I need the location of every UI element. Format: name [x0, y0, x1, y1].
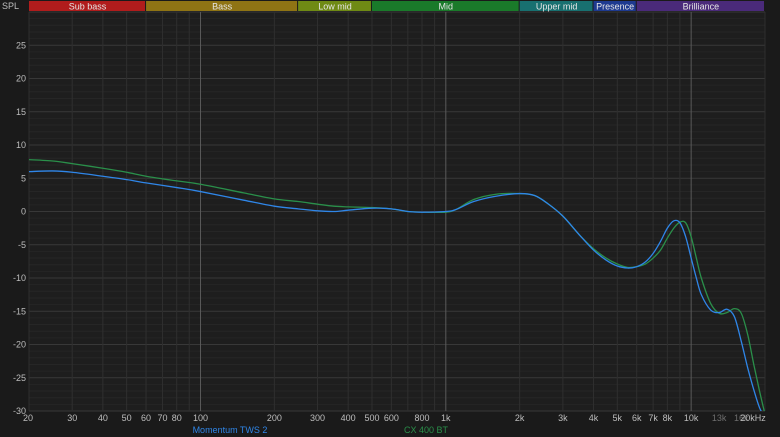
x-tick-label: 30	[67, 413, 77, 423]
x-tick-label: 5k	[613, 413, 623, 423]
x-tick-label: 300	[310, 413, 325, 423]
x-tick-label: 50	[122, 413, 132, 423]
x-tick-label: 6k	[632, 413, 642, 423]
x-tick-label: 500	[364, 413, 379, 423]
band-label: Low mid	[318, 2, 352, 12]
band-label: Presence	[596, 2, 634, 12]
x-tick-label: 7k	[648, 413, 658, 423]
x-tick-label: 80	[172, 413, 182, 423]
x-tick-label: 1k	[441, 413, 451, 423]
x-tick-label: 13k	[712, 413, 727, 423]
y-axis-label: SPL	[2, 1, 19, 11]
x-tick-label: 8k	[663, 413, 673, 423]
y-tick-label: 0	[21, 207, 26, 217]
band-label: Brilliance	[683, 2, 720, 12]
y-tick-label: 20	[16, 74, 26, 84]
y-tick-label: -25	[13, 373, 26, 383]
band-label: Sub bass	[69, 2, 107, 12]
y-tick-label: -10	[13, 273, 26, 283]
y-tick-label: -20	[13, 340, 26, 350]
x-tick-label: 40	[98, 413, 108, 423]
x-tick-label: 600	[384, 413, 399, 423]
x-tick-label: 400	[341, 413, 356, 423]
band-label: Upper mid	[536, 2, 578, 12]
x-tick-label: 100	[193, 413, 208, 423]
x-tick-label: 3k	[558, 413, 568, 423]
y-tick-label: 25	[16, 40, 26, 50]
band-label: Mid	[439, 2, 454, 12]
y-tick-label: -15	[13, 306, 26, 316]
x-tick-label: 200	[267, 413, 282, 423]
x-tick-label: 800	[415, 413, 430, 423]
y-tick-label: 5	[21, 173, 26, 183]
y-tick-label: 15	[16, 107, 26, 117]
x-tick-label: 4k	[589, 413, 599, 423]
grid-lines	[28, 11, 766, 412]
y-tick-label: -5	[18, 240, 26, 250]
x-tick-label: 20kHz	[740, 413, 766, 423]
legend-entry: Momentum TWS 2	[193, 425, 268, 435]
band-label: Bass	[212, 2, 233, 12]
y-tick-label: 10	[16, 140, 26, 150]
x-tick-label: 60	[141, 413, 151, 423]
x-tick-label: 2k	[515, 413, 525, 423]
frequency-response-chart: Sub bass Bass Low mid Mid Upper mid Presence B…	[0, 0, 780, 437]
x-tick-label: 10k	[684, 413, 699, 423]
x-tick-label: 70	[157, 413, 167, 423]
frequency-bands: Sub bass Bass Low mid Mid Upper mid Presence B…	[29, 1, 764, 12]
legend-entry: CX 400 BT	[404, 425, 449, 435]
x-tick-label: 20	[23, 413, 33, 423]
